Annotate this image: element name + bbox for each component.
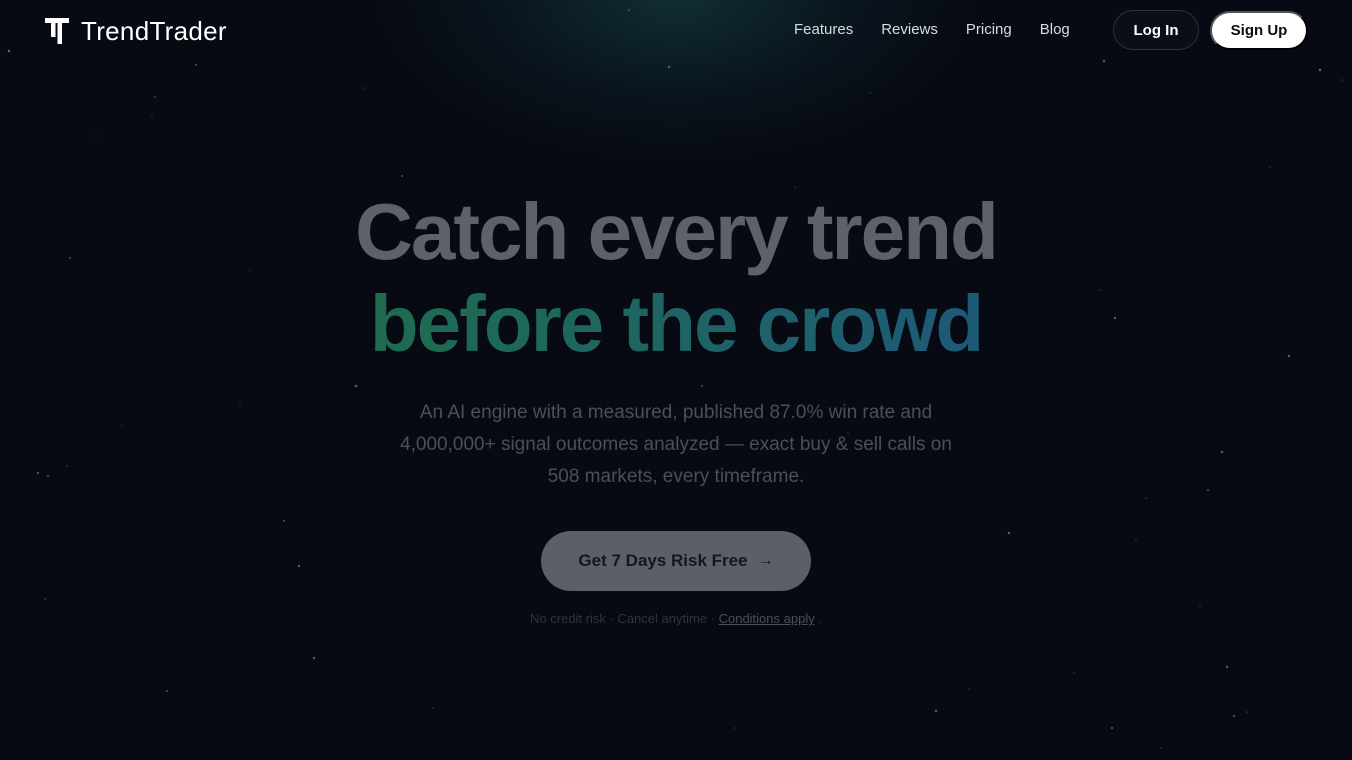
nav-link-reviews[interactable]: Reviews bbox=[881, 19, 938, 41]
hero-title-line2-wrapper: before the crowd bbox=[0, 278, 1352, 370]
hero-subtitle-line2: 4,000,000+ signal outcomes analyzed — ex… bbox=[400, 434, 952, 455]
hero-subtitle-line3: 508 markets, every timeframe. bbox=[547, 466, 805, 487]
top-navigation: TrendTrader Features Reviews Pricing Blo… bbox=[0, 0, 1352, 62]
hero-subtitle: An AI engine with a measured, published … bbox=[376, 397, 976, 493]
tt-logo-icon bbox=[45, 18, 69, 44]
starfield-background bbox=[7, 9, 1343, 749]
hero-title: Catch every trend before the crowd bbox=[0, 186, 1352, 370]
fine-print-text: No credit risk · Cancel anytime · bbox=[530, 611, 719, 626]
signup-button[interactable]: Sign Up bbox=[1210, 11, 1308, 50]
hero-subtitle-line1: An AI engine with a measured, published … bbox=[419, 402, 933, 423]
hero-title-line2: before the crowd bbox=[369, 279, 985, 368]
nav-link-pricing[interactable]: Pricing bbox=[966, 19, 1012, 41]
hero-title-line1: Catch every trend bbox=[355, 187, 999, 276]
nav-link-features[interactable]: Features bbox=[794, 19, 853, 41]
nav-links: Features Reviews Pricing Blog bbox=[780, 19, 1084, 41]
brand-logo-link[interactable]: TrendTrader bbox=[44, 16, 227, 46]
login-button[interactable]: Log In bbox=[1113, 10, 1199, 50]
cta-label: Get 7 Days Risk Free bbox=[578, 551, 748, 570]
fine-print: No credit risk · Cancel anytime · Condit… bbox=[0, 611, 1352, 626]
conditions-link[interactable]: Conditions apply bbox=[719, 611, 815, 626]
fine-print-tail: . bbox=[814, 611, 822, 626]
cta-button[interactable]: Get 7 Days Risk Free → bbox=[541, 531, 811, 591]
nav-link-blog[interactable]: Blog bbox=[1040, 19, 1070, 41]
brand-name: TrendTrader bbox=[81, 15, 227, 46]
arrow-right-icon: → bbox=[757, 552, 774, 569]
